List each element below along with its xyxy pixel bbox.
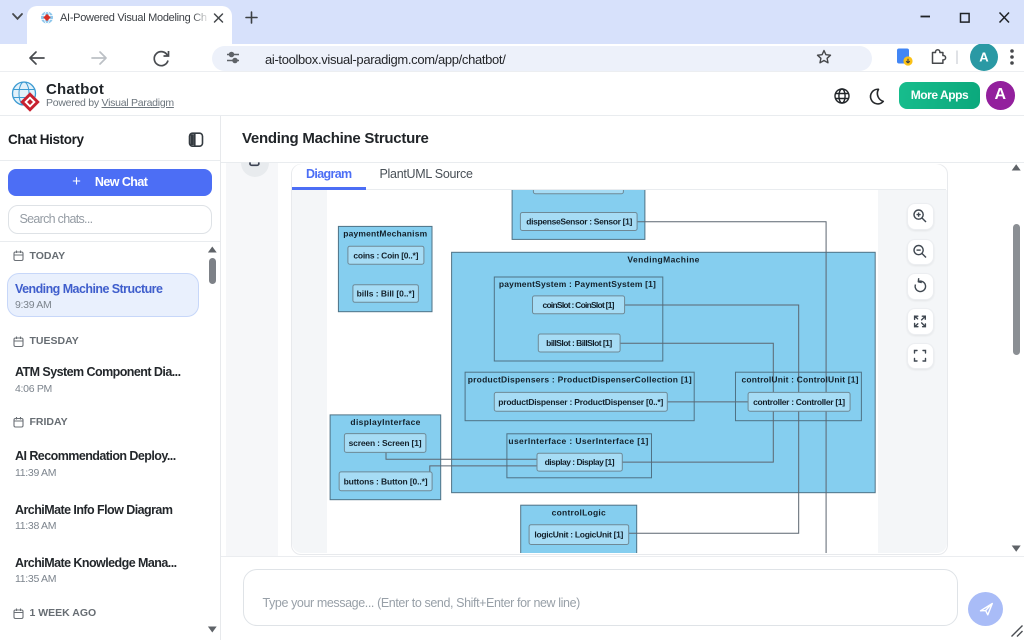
svg-text:logicUnit : LogicUnit [1]: logicUnit : LogicUnit [1] bbox=[534, 530, 623, 540]
svg-text:displayInterface: displayInterface bbox=[350, 417, 420, 427]
svg-text:VendingMachine: VendingMachine bbox=[627, 255, 699, 265]
svg-text:controlLogic: controlLogic bbox=[551, 508, 605, 518]
svg-text:paymentMechanism: paymentMechanism bbox=[343, 229, 427, 239]
svg-text:dispenseSensor : Sensor [1]: dispenseSensor : Sensor [1] bbox=[526, 217, 632, 227]
svg-text:buttons : Button [0..*]: buttons : Button [0..*] bbox=[343, 477, 427, 487]
svg-text:display : Display [1]: display : Display [1] bbox=[544, 457, 614, 467]
svg-text:productDispensers : ProductDis: productDispensers : ProductDispenserColl… bbox=[467, 375, 691, 385]
svg-text:productDispenser : ProductDisp: productDispenser : ProductDispenser [0..… bbox=[498, 397, 663, 407]
svg-text:billSlot : BillSlot [1]: billSlot : BillSlot [1] bbox=[546, 338, 612, 348]
svg-text:A: A bbox=[979, 50, 989, 65]
svg-text:userInterface : UserInterface: userInterface : UserInterface [1] bbox=[508, 436, 648, 446]
svg-text:coinSlot : CoinSlot [1]: coinSlot : CoinSlot [1] bbox=[542, 300, 614, 310]
svg-text:controlUnit : ControlUnit [1]: controlUnit : ControlUnit [1] bbox=[741, 375, 858, 385]
svg-text:paymentSystem : PaymentSystem: paymentSystem : PaymentSystem [1] bbox=[498, 279, 655, 289]
svg-text:coins : Coin [0..*]: coins : Coin [0..*] bbox=[353, 251, 418, 261]
svg-text:controller : Controller [1]: controller : Controller [1] bbox=[753, 397, 845, 407]
svg-text:bills : Bill [0..*]: bills : Bill [0..*] bbox=[356, 289, 414, 299]
svg-text:screen : Screen [1]: screen : Screen [1] bbox=[348, 438, 421, 448]
